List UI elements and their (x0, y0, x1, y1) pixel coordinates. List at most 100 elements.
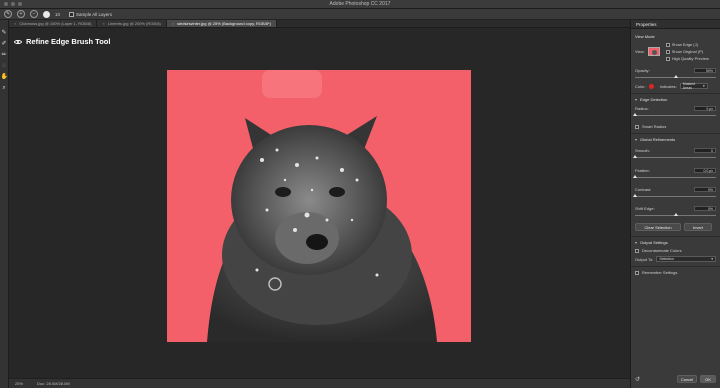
view-mode-thumbnail[interactable] (647, 47, 660, 56)
shift-edge-field[interactable]: 0% (694, 206, 716, 211)
decontaminate-option[interactable]: Decontaminate Colors (635, 248, 716, 253)
radius-slider[interactable] (633, 113, 716, 116)
feather-field[interactable]: 0.0 px (694, 168, 716, 173)
status-bar: 25% Doc: 28.0M/28.0M (9, 378, 630, 388)
tab-sledsinwinter[interactable]: × sledsinwinter.jpg @ 25% (Background co… (166, 20, 277, 27)
clear-selection-button[interactable]: Clear Selection (635, 223, 681, 231)
decontaminate-checkbox[interactable] (635, 248, 639, 253)
sample-all-layers-option[interactable]: Sample All Layers (69, 11, 113, 17)
indicates-select[interactable]: Masked Areas ▾ (679, 82, 708, 90)
chevron-down-icon: ▾ (635, 137, 638, 142)
view-row: View: Show Edge (J) Show Original (P) Hi… (635, 42, 716, 61)
smooth-label: Smooth: (635, 148, 650, 153)
contrast-slider-knob[interactable] (633, 194, 637, 197)
document-tabs: × Clubmoss.jpg @ 100% (Layer 1, RGB/8) ×… (9, 20, 630, 28)
ok-button[interactable]: OK (700, 375, 716, 383)
smooth-slider[interactable] (633, 155, 716, 158)
high-quality-option[interactable]: High Quality Preview (665, 56, 709, 61)
contrast-row: Contrast: 0% (635, 187, 716, 192)
zoom-level[interactable]: 25% (15, 381, 23, 386)
remember-settings-option[interactable]: Remember Settings (635, 270, 716, 275)
chevron-down-icon: ▾ (635, 240, 638, 245)
refine-edge-brush-tool-icon[interactable]: ✐ (1, 41, 8, 48)
close-tab-icon[interactable]: × (14, 21, 16, 26)
opacity-field[interactable]: 50% (694, 68, 716, 73)
dog-photo (207, 116, 437, 342)
show-original-option[interactable]: Show Original (P) (665, 49, 709, 54)
output-to-select[interactable]: Selection ▾ (656, 256, 716, 262)
tab-label: Lineerts.jpg @ 200% (RGB/8) (107, 21, 161, 26)
show-edge-option[interactable]: Show Edge (J) (665, 42, 709, 47)
feather-slider[interactable] (633, 175, 716, 178)
options-bar: ✎ + − 10 Sample All Layers (0, 9, 720, 20)
tab-properties[interactable]: Properties (631, 20, 720, 29)
global-refinements-header[interactable]: ▾ Global Refinements (635, 137, 716, 142)
divider (631, 266, 720, 267)
document-image[interactable] (167, 70, 471, 342)
sample-all-layers-checkbox[interactable] (69, 11, 75, 17)
show-original-checkbox[interactable] (665, 49, 670, 54)
output-settings-header[interactable]: ▾ Output Settings (635, 240, 716, 245)
quick-selection-tool-icon[interactable]: ✎ (1, 30, 8, 37)
contrast-slider[interactable] (633, 194, 716, 197)
invert-button[interactable]: Invert (684, 223, 712, 231)
app-title: Adobe Photoshop CC 2017 (329, 1, 391, 7)
sample-all-layers-label: Sample All Layers (76, 11, 113, 17)
chevron-down-icon: ▾ (703, 84, 705, 88)
zoom-tool-icon[interactable]: ⌕ (1, 85, 8, 92)
view-mode-heading: View Mode (635, 34, 655, 39)
smart-radius-checkbox[interactable] (635, 124, 639, 129)
remember-settings-checkbox[interactable] (635, 270, 639, 275)
tab-label: sledsinwinter.jpg @ 25% (Background copy… (177, 21, 271, 26)
close-tab-icon[interactable]: × (102, 21, 104, 26)
chevron-down-icon: ▾ (635, 97, 638, 102)
output-settings-heading: Output Settings (640, 240, 668, 245)
show-edge-checkbox[interactable] (665, 42, 670, 47)
view-label: View: (635, 49, 645, 54)
reset-icon[interactable]: ↺ (635, 376, 640, 383)
radius-field[interactable]: 0 px (694, 106, 716, 111)
cancel-button[interactable]: Cancel (677, 375, 697, 383)
tools-panel: ✎ ✐ ✏ ◌ ✋ ⌕ (0, 20, 9, 388)
edge-detection-heading: Edge Detection (640, 97, 668, 102)
contrast-field[interactable]: 0% (694, 187, 716, 192)
eye-icon (14, 39, 22, 44)
subtract-brush-icon[interactable]: − (30, 10, 38, 18)
document-size: Doc: 28.0M/28.0M (37, 381, 70, 386)
smooth-field[interactable]: 0 (694, 148, 716, 153)
opacity-slider[interactable] (635, 75, 716, 78)
hand-tool-icon[interactable]: ✋ (1, 74, 8, 81)
close-tab-icon[interactable]: × (172, 21, 174, 26)
shift-edge-slider[interactable] (635, 213, 716, 216)
opacity-label: Opacity: (635, 68, 650, 73)
feather-label: Feather: (635, 168, 650, 173)
smart-radius-option[interactable]: Smart Radius (635, 124, 716, 129)
view-mode-header: View Mode (635, 34, 716, 39)
color-label: Color: (635, 83, 646, 89)
divider (631, 93, 720, 94)
add-brush-icon[interactable]: + (17, 10, 25, 18)
selection-buttons-row: Clear Selection Invert (635, 223, 716, 231)
indicates-value: Masked Areas (682, 82, 696, 90)
feather-row: Feather: 0.0 px (635, 168, 716, 173)
opacity-slider-knob[interactable] (673, 75, 678, 78)
brush-preset-icon[interactable]: ✎ (4, 10, 12, 18)
output-to-value: Selection (659, 257, 674, 261)
tab-clubmoss[interactable]: × Clubmoss.jpg @ 100% (Layer 1, RGB/8) (9, 20, 98, 27)
feather-slider-knob[interactable] (633, 175, 637, 178)
high-quality-checkbox[interactable] (665, 56, 670, 61)
brush-size-picker[interactable] (43, 10, 50, 18)
lasso-tool-icon[interactable]: ◌ (1, 63, 8, 70)
radius-slider-knob[interactable] (633, 113, 637, 116)
divider (631, 236, 720, 237)
tab-lineerts[interactable]: × Lineerts.jpg @ 200% (RGB/8) (97, 20, 167, 27)
edge-detection-header[interactable]: ▾ Edge Detection (635, 97, 716, 102)
color-row: Color: Indicates: Masked Areas ▾ (635, 82, 716, 90)
global-refinements-heading: Global Refinements (640, 137, 676, 142)
high-quality-label: High Quality Preview (671, 56, 709, 61)
shift-edge-slider-knob[interactable] (673, 213, 678, 216)
smooth-slider-knob[interactable] (633, 155, 637, 158)
brush-tool-icon[interactable]: ✏ (1, 52, 8, 59)
show-original-label: Show Original (P) (671, 49, 704, 54)
overlay-color-swatch[interactable] (648, 83, 654, 89)
